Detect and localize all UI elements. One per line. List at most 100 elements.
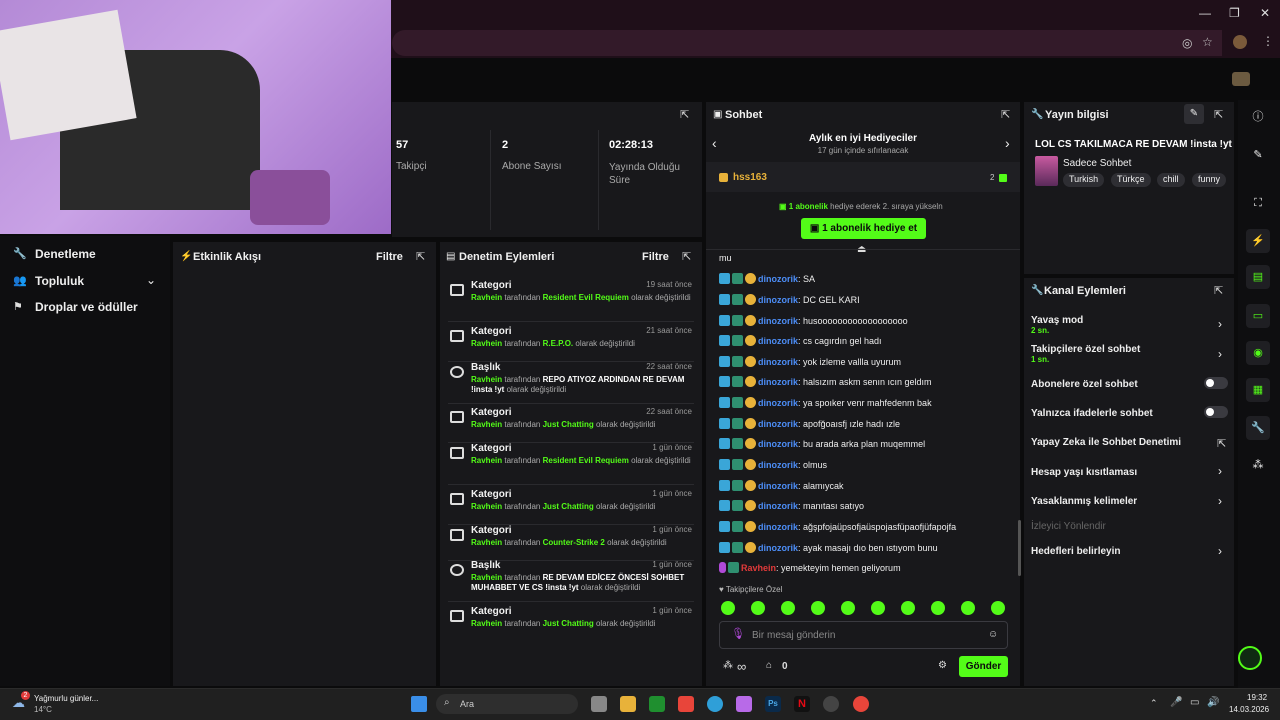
chat-username[interactable]: dinozorik (758, 357, 798, 367)
chat-username[interactable]: dinozorik (758, 316, 798, 326)
broadcast-icon[interactable]: ◉ (1246, 341, 1270, 365)
profile-avatar[interactable] (1233, 35, 1247, 49)
points-icon[interactable]: ⁂ (723, 660, 733, 671)
emote-icon[interactable] (721, 601, 735, 615)
nav-community[interactable]: Topluluk (35, 274, 84, 288)
emote-icon[interactable] (781, 601, 795, 615)
chat-username[interactable]: Ravhein (741, 563, 776, 573)
moderation-filter-button[interactable]: Filtre (642, 251, 669, 263)
settings-gear-icon[interactable]: ⚙ (938, 660, 947, 671)
kick-logo-icon[interactable] (1238, 646, 1262, 670)
ai-moderation-label[interactable]: Yapay Zeka ile Sohbet Denetimi (1031, 437, 1181, 448)
activity-filter-button[interactable]: Filtre (376, 251, 403, 263)
chat-username[interactable]: dinozorik (758, 522, 798, 532)
chat-username[interactable]: dinozorik (758, 419, 798, 429)
screen-icon[interactable]: ⛶ (1246, 191, 1270, 215)
volume-icon[interactable]: 🔊 (1207, 697, 1219, 708)
store-icon[interactable]: ⌂ (766, 660, 772, 671)
chat-username[interactable]: dinozorik (758, 439, 798, 449)
chevron-down-icon[interactable]: ⌄ (146, 273, 156, 287)
top-gifter-name[interactable]: hss163 (733, 172, 767, 183)
netflix-icon[interactable]: N (794, 696, 810, 712)
xbox-icon[interactable] (649, 696, 665, 712)
obs-icon[interactable] (823, 696, 839, 712)
emote-icon[interactable] (901, 601, 915, 615)
account-age-label[interactable]: Hesap yaşı kısıtlaması (1031, 467, 1137, 478)
nav-moderation[interactable]: Denetleme (35, 247, 96, 261)
more-icon[interactable]: ⁂ (1246, 453, 1270, 477)
chat-bubble-icon[interactable]: ▭ (1246, 304, 1270, 328)
popout-icon[interactable]: ⇱ (1214, 284, 1223, 297)
bolt-icon[interactable]: ⚡ (1246, 229, 1270, 253)
external-link-icon[interactable]: ⇱ (1217, 437, 1226, 450)
emote-icon[interactable] (961, 601, 975, 615)
slow-mode-label[interactable]: Yavaş mod (1031, 315, 1083, 326)
popout-icon[interactable]: ⇱ (1001, 108, 1010, 121)
emote-icon[interactable] (931, 601, 945, 615)
photoshop-icon[interactable]: Ps (765, 696, 781, 712)
mic-icon[interactable]: 🎤 (1170, 697, 1182, 708)
maximize-button[interactable]: ❐ (1229, 6, 1240, 20)
emote-icon[interactable] (991, 601, 1005, 615)
menu-icon[interactable]: ⋮ (1262, 34, 1274, 48)
weather-text[interactable]: Yağmurlu günler... (34, 694, 98, 703)
nav-drops[interactable]: Droplar ve ödüller (35, 300, 138, 314)
emote-icon[interactable] (751, 601, 765, 615)
star-icon[interactable]: ☆ (1202, 35, 1213, 49)
chat-username[interactable]: dinozorik (758, 481, 798, 491)
chevron-right-icon[interactable]: › (1218, 347, 1222, 361)
edit-pencil-icon[interactable]: ✎ (1184, 104, 1204, 124)
chat-username[interactable]: dinozorik (758, 460, 798, 470)
close-window-button[interactable]: ✕ (1260, 6, 1270, 20)
chat-username[interactable]: dinozorik (758, 274, 798, 284)
user-avatar[interactable] (1232, 72, 1250, 86)
document-icon[interactable]: ▤ (1246, 265, 1270, 289)
emote-icon[interactable] (841, 601, 855, 615)
popout-icon[interactable]: ⇱ (416, 250, 425, 263)
chat-username[interactable]: dinozorik (758, 501, 798, 511)
network-icon[interactable]: ▭ (1190, 697, 1199, 708)
pencil-icon[interactable]: ✎ (1246, 143, 1270, 167)
popout-icon[interactable]: ⇱ (682, 250, 691, 263)
minimize-button[interactable]: — (1199, 6, 1211, 20)
chevron-right-icon[interactable]: › (1218, 317, 1222, 331)
chevron-up-icon[interactable]: ⌃ (1150, 698, 1158, 709)
chat-username[interactable]: dinozorik (758, 295, 798, 305)
wrench-icon[interactable]: 🔧 (1246, 416, 1270, 440)
eye-off-icon[interactable]: ◎ (1182, 36, 1192, 50)
mod-badge-icon (719, 376, 730, 387)
followers-only-chat-label[interactable]: Takipçilere özel sohbet (1031, 344, 1140, 355)
address-bar[interactable] (392, 30, 1222, 56)
clock-time[interactable]: 19:32 (1247, 693, 1267, 702)
emotes-only-toggle[interactable] (1204, 406, 1228, 418)
store-app-icon[interactable] (678, 696, 694, 712)
popout-icon[interactable]: ⇱ (680, 108, 689, 121)
chevron-right-icon[interactable]: › (1218, 464, 1222, 478)
send-button[interactable]: Gönder (959, 656, 1008, 677)
chevron-right-icon[interactable]: › (1218, 494, 1222, 508)
emote-icon[interactable] (871, 601, 885, 615)
emoji-icon[interactable]: ☺ (988, 629, 998, 640)
emote-icon[interactable] (811, 601, 825, 615)
windows-start-icon[interactable] (411, 696, 427, 712)
chevron-right-icon[interactable]: › (1218, 544, 1222, 558)
copilot-icon[interactable] (736, 696, 752, 712)
taskbar-search[interactable] (436, 694, 578, 714)
chat-scrollbar[interactable] (1018, 520, 1021, 576)
task-view-icon[interactable] (591, 696, 607, 712)
set-goals-label[interactable]: Hedefleri belirleyin (1031, 546, 1120, 557)
file-explorer-icon[interactable] (620, 696, 636, 712)
subscribers-only-toggle[interactable] (1204, 377, 1228, 389)
gift-sub-button[interactable]: ▣ 1 abonelik hediye et (801, 218, 926, 239)
layout-icon[interactable]: ▦ (1246, 378, 1270, 402)
edge-icon[interactable] (707, 696, 723, 712)
chat-username[interactable]: dinozorik (758, 543, 798, 553)
chat-username[interactable]: dinozorik (758, 336, 798, 346)
banned-words-label[interactable]: Yasaklanmış kelimeler (1031, 496, 1137, 507)
popout-icon[interactable]: ⇱ (1214, 108, 1223, 121)
info-icon[interactable]: ⓘ (1246, 105, 1270, 129)
chrome-icon[interactable] (853, 696, 869, 712)
chat-username[interactable]: dinozorik (758, 377, 798, 387)
chat-username[interactable]: dinozorik (758, 398, 798, 408)
clock-date[interactable]: 14.03.2026 (1229, 705, 1269, 714)
